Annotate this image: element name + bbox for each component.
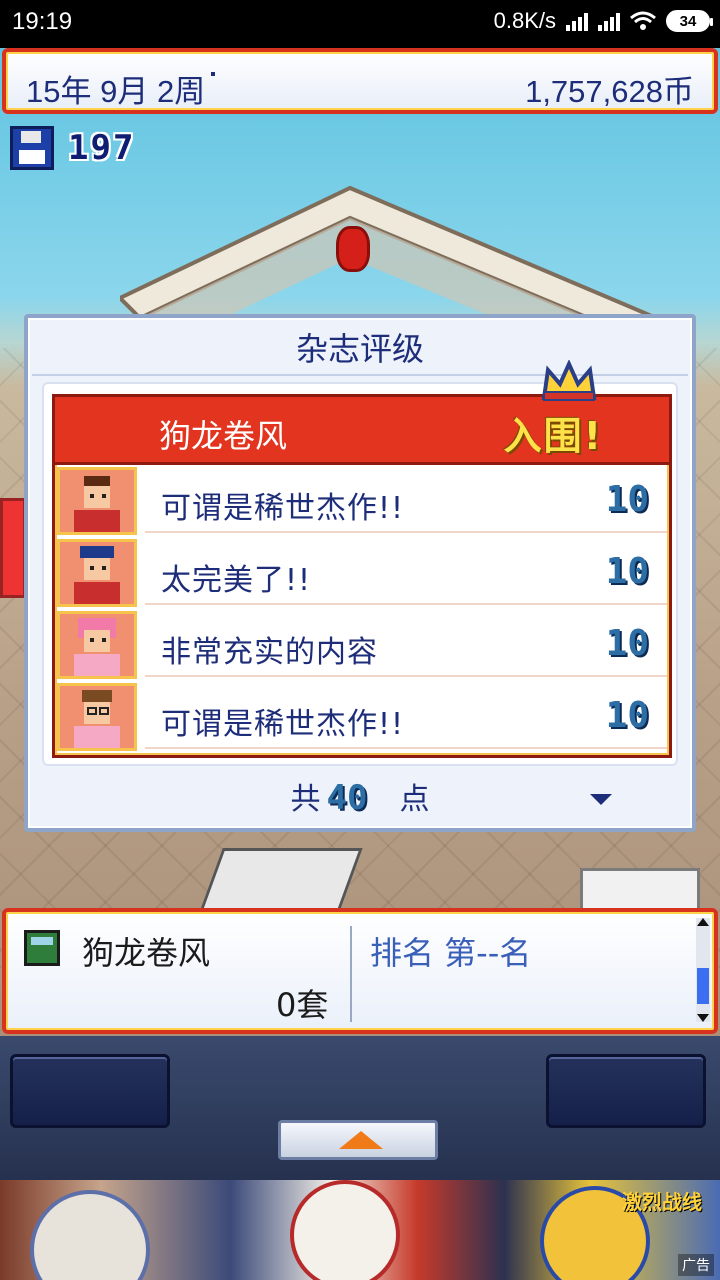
ad-banner[interactable]: 激烈战线 广告 — [0, 1180, 720, 1280]
review-score: 10 — [605, 551, 649, 592]
game-cartridge-icon — [24, 930, 60, 966]
review-comment: 可谓是稀世杰作!! 10 — [145, 469, 667, 533]
game-date: 15年 9月 2周 — [26, 66, 216, 111]
ad-hero-mask — [290, 1180, 400, 1280]
review-comment: 太完美了!! 10 — [145, 541, 667, 605]
wifi-icon — [630, 11, 656, 31]
reviewer-cap-man-icon — [57, 539, 137, 607]
review-row: 非常充实的内容 10 — [55, 609, 669, 681]
ad-label: 广告 — [678, 1254, 714, 1276]
save-count: 197 — [68, 128, 136, 168]
review-text: 太完美了!! — [161, 563, 312, 598]
arrow-up-icon — [339, 1131, 383, 1149]
network-speed: 0.8K/s — [493, 8, 556, 33]
review-row: 太完美了!! 10 — [55, 537, 669, 609]
review-score: 10 — [605, 623, 649, 664]
right-menu-button[interactable] — [546, 1054, 706, 1128]
review-text: 可谓是稀世杰作!! — [161, 707, 405, 742]
battery-icon: 34 — [666, 10, 713, 32]
ad-hero-white-hair — [30, 1190, 150, 1280]
top-info-bar: 15年 9月 2周 1,757,628币 — [2, 48, 718, 114]
ad-logo: 激烈战线 — [622, 1190, 702, 1214]
status-icons: 0.8K/s 34 — [493, 8, 713, 34]
total-value: 40 — [326, 778, 368, 818]
review-comment: 非常充实的内容 10 — [145, 613, 667, 677]
clock: 19:19 — [12, 8, 73, 35]
review-row: 可谓是稀世杰作!! 10 — [55, 465, 669, 537]
magazine-rating-dialog[interactable]: 杂志评级 狗龙卷风 入围! 可谓是稀世杰作!! 10 太完美了!! 10 非常充… — [24, 314, 696, 832]
reviewed-game-title: 狗龙卷风 — [159, 417, 288, 455]
sales-count: 0套 — [276, 986, 329, 1024]
review-score: 10 — [605, 695, 649, 736]
status-bar: 19:19 0.8K/s 34 — [0, 0, 720, 48]
vending-machine — [0, 498, 26, 598]
scroll-down-icon[interactable] — [697, 1014, 709, 1022]
review-text: 可谓是稀世杰作!! — [161, 491, 405, 526]
crown-icon — [540, 359, 598, 402]
info-scrollbar[interactable] — [696, 918, 710, 1022]
reviewer-glasses-man-icon — [57, 683, 137, 751]
game-info-panel[interactable]: 狗龙卷风 0套 排名 第--名 — [2, 908, 718, 1034]
floppy-disk-icon — [10, 126, 54, 170]
review-score: 10 — [605, 479, 649, 520]
lantern-icon — [336, 226, 370, 272]
review-comment: 可谓是稀世杰作!! 10 — [145, 685, 667, 749]
signal-hd-icon — [566, 11, 588, 31]
open-menu-button[interactable] — [278, 1120, 438, 1160]
review-card: 狗龙卷风 入围! 可谓是稀世杰作!! 10 太完美了!! 10 非常充实的内容 … — [52, 394, 672, 758]
nominated-badge: 入围! — [503, 414, 603, 458]
left-menu-button[interactable] — [10, 1054, 170, 1128]
scroll-up-icon[interactable] — [697, 918, 709, 926]
save-indicator[interactable]: 197 — [10, 126, 135, 170]
total-unit: 点 — [399, 782, 430, 817]
scroll-thumb[interactable] — [697, 968, 709, 1004]
continue-arrow-icon[interactable] — [590, 794, 612, 805]
menu-bar — [0, 1036, 720, 1180]
panel-divider — [350, 926, 352, 1022]
reviewer-man-red-icon — [57, 467, 137, 535]
total-prefix: 共 — [290, 782, 321, 817]
ranking: 排名 第--名 — [370, 934, 532, 972]
review-row: 可谓是稀世杰作!! 10 — [55, 681, 669, 753]
reviewer-pink-hair-woman-icon — [57, 611, 137, 679]
review-text: 非常充实的内容 — [161, 635, 378, 670]
game-name: 狗龙卷风 — [82, 934, 211, 972]
signal-icon — [598, 11, 620, 31]
money-display: 1,757,628币 — [525, 74, 694, 109]
review-header: 狗龙卷风 入围! — [55, 397, 669, 465]
